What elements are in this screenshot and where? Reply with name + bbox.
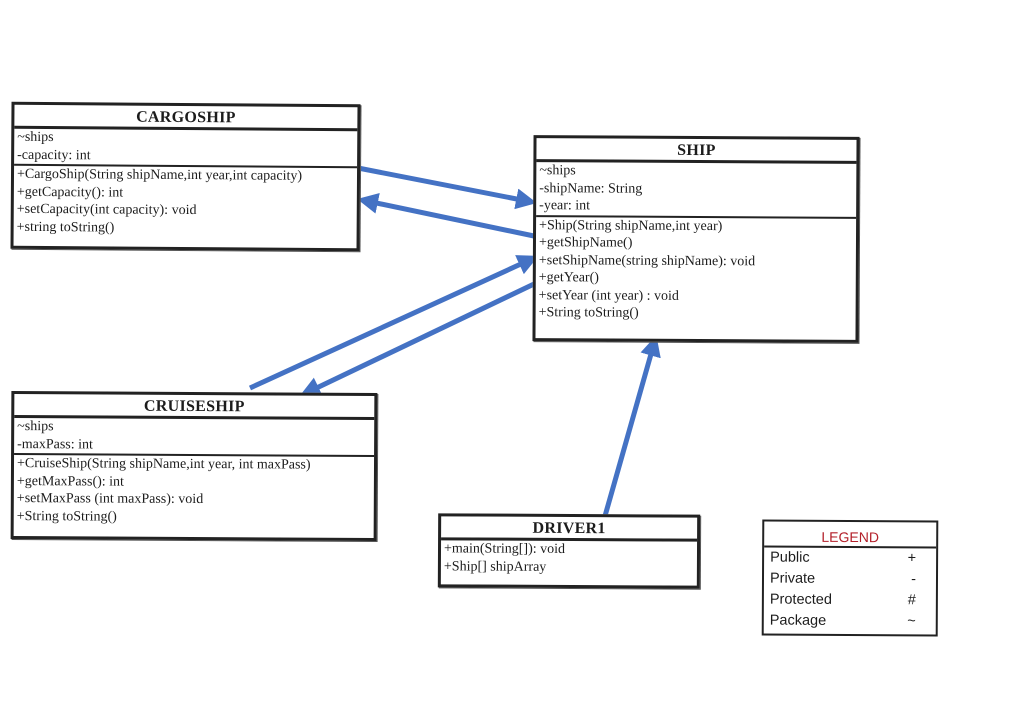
legend-label: Public [770,549,810,566]
class-name: DRIVER1 [441,516,698,542]
method: +Ship(String shipName,int year) [539,217,723,234]
method: +String toString() [16,508,117,525]
method: +CruiseShip(String shipName,int year, in… [16,456,311,473]
attributes-section: ~ships -shipName: String -year: int [536,162,857,219]
method: +setCapacity(int capacity): void [16,201,197,219]
arrow-driver1-to-ship [602,335,661,517]
method: +setShipName(string shipName): void [538,252,756,269]
method: +Ship[] shipArray [443,558,547,575]
legend-symbol: # [907,592,916,609]
legend-symbol: ~ [907,613,916,630]
arrow-ship-to-cruiseship [299,281,536,397]
method: +String toString() [538,305,639,321]
attribute: -year: int [539,198,591,214]
legend-row-private: Private - [764,569,936,591]
attribute: -maxPass: int [17,436,93,452]
method: +getYear() [538,270,599,286]
legend-symbol: + [907,550,917,567]
class-cargoship: CARGOSHIP ~ships -capacity: int +CargoSh… [10,101,361,252]
method: +CargoShip(String shipName,int year,int … [16,166,303,184]
legend-label: Package [769,612,827,629]
arrow-ship-to-cargoship [357,193,535,239]
class-name: CRUISESHIP [14,394,375,420]
legend-row-protected: Protected # [764,590,936,612]
attribute: -capacity: int [17,147,91,163]
method: +setMaxPass (int maxPass): void [16,491,204,508]
method: +getMaxPass(): int [16,473,125,490]
arrow-cargoship-to-ship [357,165,537,210]
method: +getShipName() [538,235,633,251]
attribute: ~ships [17,419,54,435]
class-name: CARGOSHIP [14,104,358,132]
legend-row-public: Public + [764,548,936,570]
class-driver1: DRIVER1 +main(String[]): void +Ship[] sh… [437,513,701,589]
legend-symbol: - [911,571,917,588]
arrow-cruiseship-to-ship [248,255,539,391]
methods-section: +CruiseShip(String shipName,int year, in… [14,455,374,527]
legend: LEGEND Public + Private - Protected # Pa… [761,519,939,637]
legend-row-package: Package ~ [764,611,936,633]
class-cruiseship: CRUISESHIP ~ships -maxPass: int +CruiseS… [10,391,378,541]
methods-section: +main(String[]): void +Ship[] shipArray [441,540,697,576]
legend-label: Private [769,570,816,587]
legend-label: Protected [769,591,833,608]
attributes-section: ~ships -capacity: int [14,128,358,169]
class-ship: SHIP ~ships -shipName: String -year: int… [532,135,860,343]
legend-title: LEGEND [764,521,937,549]
method: +main(String[]): void [443,541,566,557]
attributes-section: ~ships -maxPass: int [14,418,375,457]
attribute: ~ships [539,163,576,179]
class-name: SHIP [536,138,857,164]
method: +string toString() [16,219,115,236]
methods-section: +Ship(String shipName,int year) +getShip… [536,217,857,324]
method: +setYear (int year) : void [538,287,679,304]
attribute: -shipName: String [539,180,643,197]
methods-section: +CargoShip(String shipName,int year,int … [14,166,357,238]
